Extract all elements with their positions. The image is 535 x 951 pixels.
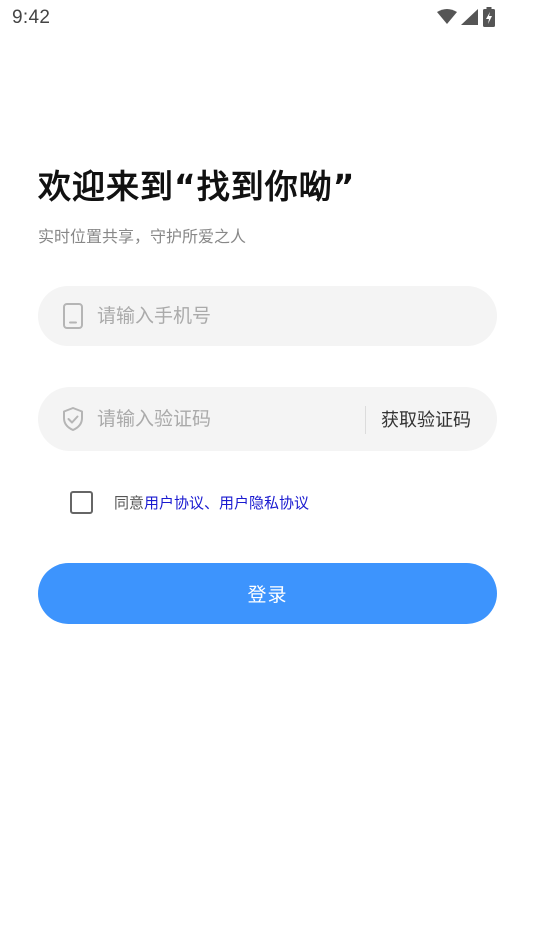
status-bar: 9:42 — [0, 0, 535, 36]
wifi-icon — [437, 9, 457, 29]
status-icons — [437, 7, 495, 31]
page-title: 欢迎来到“找到你呦” — [38, 167, 356, 206]
user-agreement-link[interactable]: 用户协议 — [144, 492, 204, 513]
phone-field[interactable] — [38, 286, 497, 346]
phone-input[interactable] — [97, 286, 477, 346]
shield-check-icon — [62, 406, 84, 432]
status-time: 9:42 — [12, 7, 51, 28]
cell-signal-icon — [461, 9, 479, 29]
battery-charging-icon — [483, 7, 495, 31]
agreement-checkbox[interactable] — [70, 490, 93, 514]
privacy-agreement-link[interactable]: 用户隐私协议 — [219, 492, 309, 513]
agreement-prefix: 同意 — [114, 493, 145, 512]
agreement-row: 同意 用户协议 、 用户隐私协议 — [70, 488, 309, 516]
page-subtitle: 实时位置共享，守护所爱之人 — [38, 227, 247, 246]
code-input[interactable] — [97, 387, 347, 451]
phone-icon — [62, 303, 84, 329]
agreement-separator: 、 — [204, 493, 220, 512]
code-divider — [365, 406, 366, 434]
get-code-button[interactable]: 获取验证码 — [381, 387, 471, 451]
code-field[interactable]: 获取验证码 — [38, 387, 497, 451]
login-button[interactable]: 登录 — [38, 563, 497, 624]
